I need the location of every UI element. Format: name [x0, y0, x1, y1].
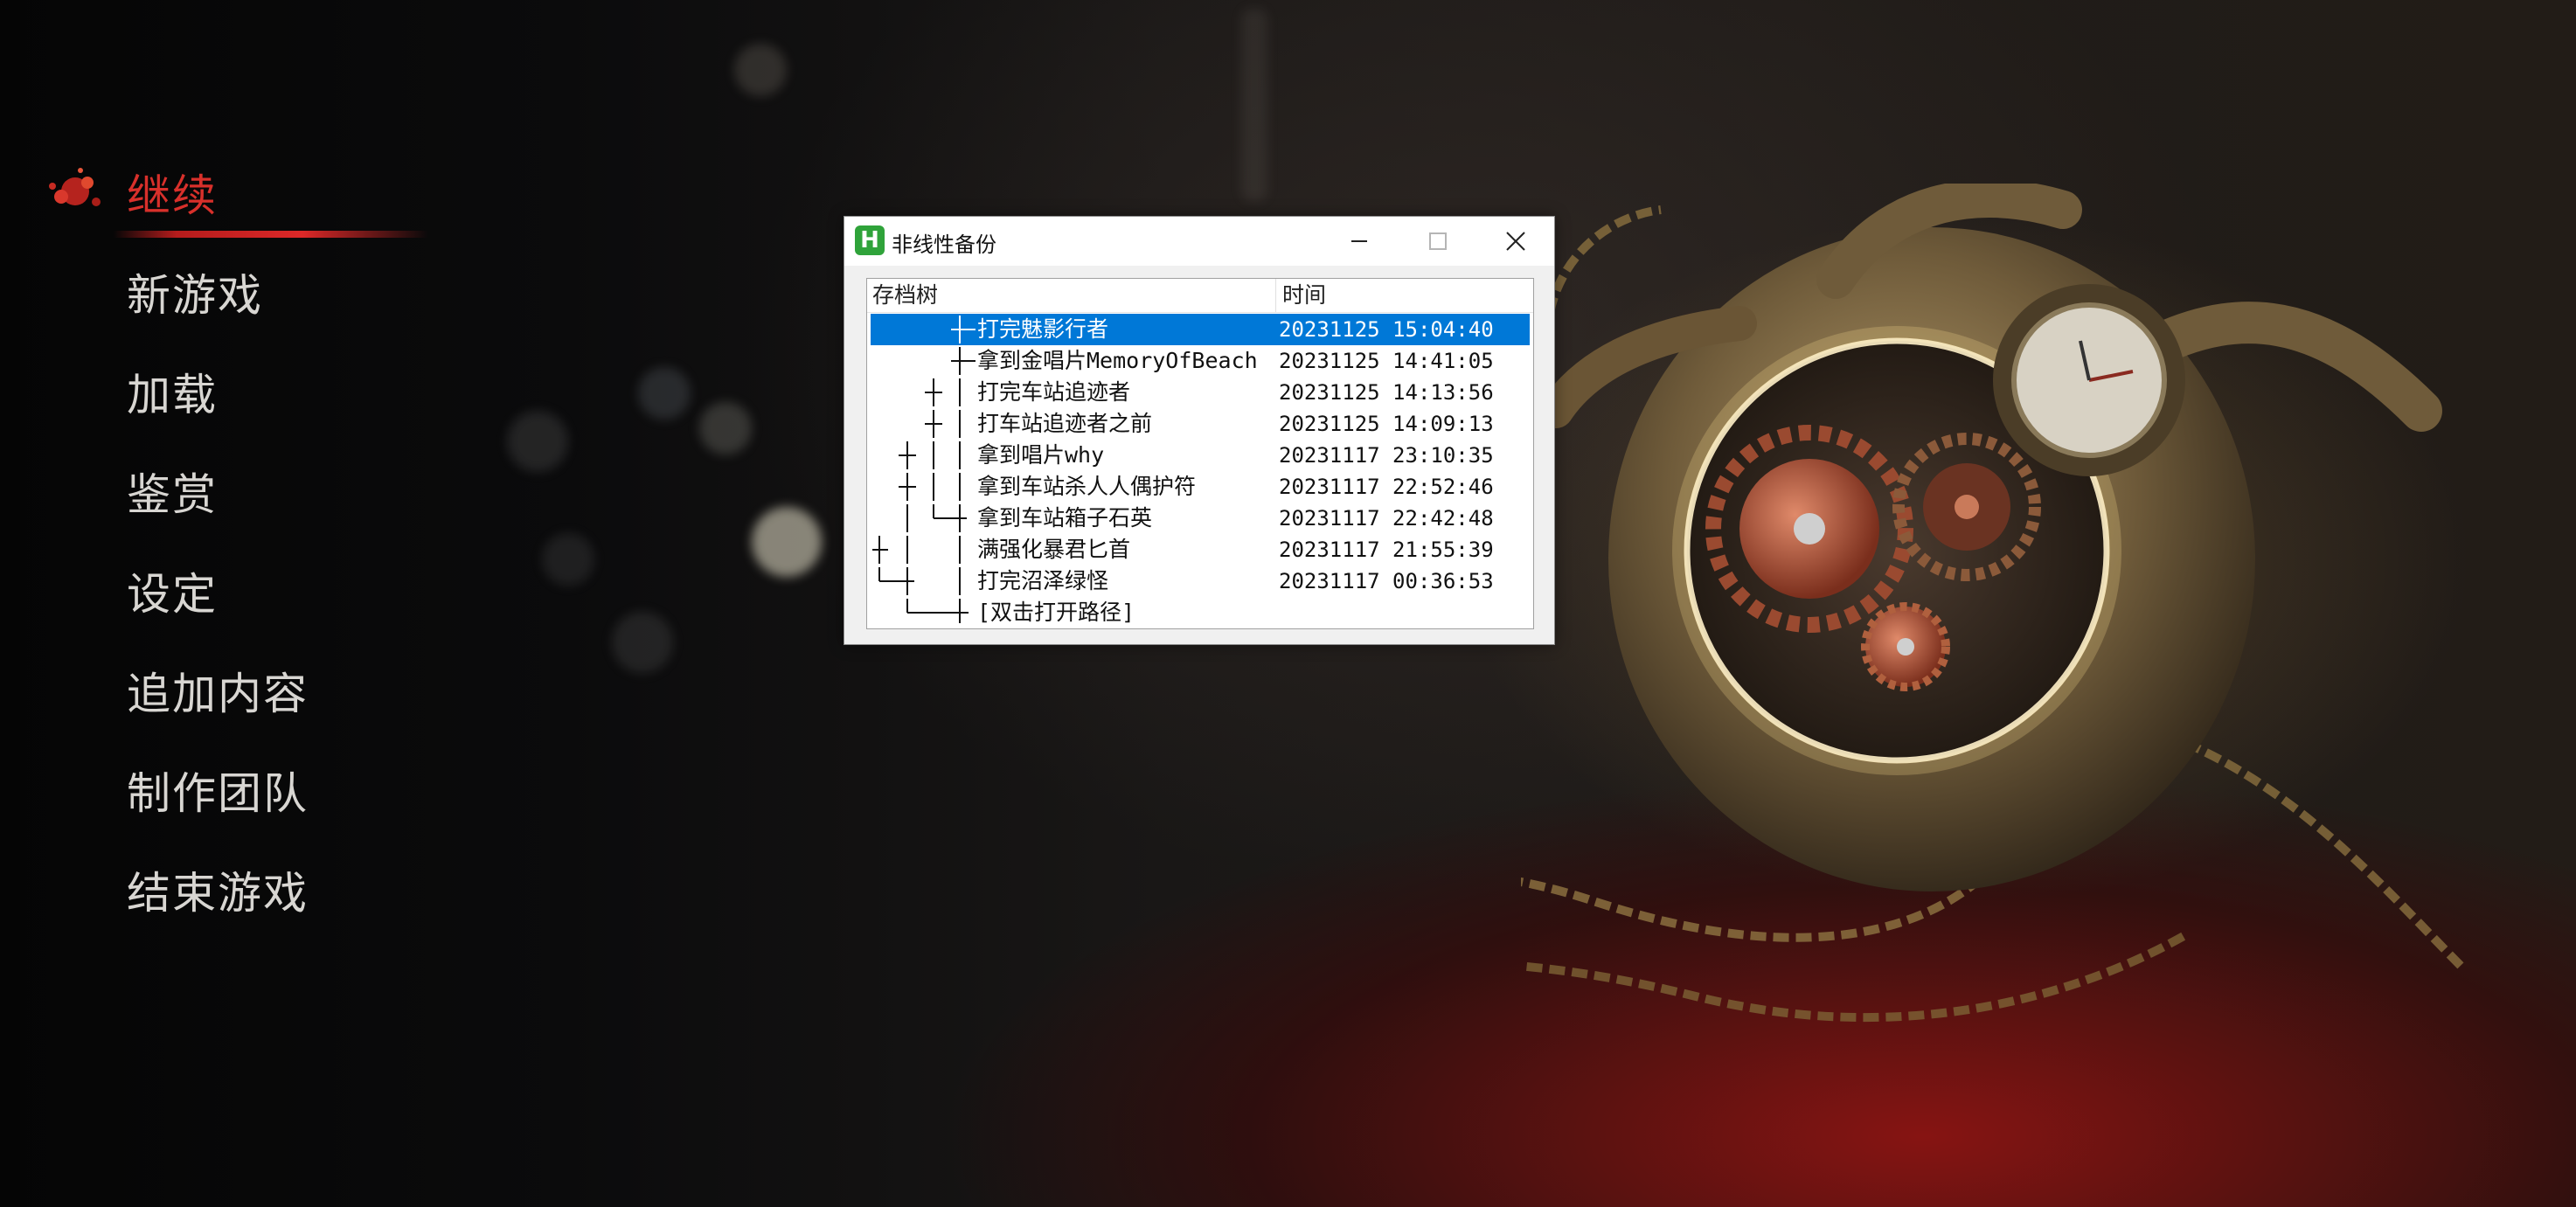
tree-branch-lines: [906, 504, 967, 532]
tree-row[interactable]: 拿到唱片why 20231117 23:10:35: [871, 440, 1530, 471]
tree-row[interactable]: 拿到车站箱子石英 20231117 22:42:48: [871, 503, 1530, 534]
save-time: 20231117 21:55:39: [1279, 538, 1494, 562]
tree-row[interactable]: 拿到金唱片MemoryOfBeach 20231125 14:41:05: [871, 345, 1530, 377]
tree-branch-lines: [925, 378, 961, 406]
save-tree-view[interactable]: 存档树 时间 打完魅影行者 20231125 15:04:40 拿到金唱片Mem…: [866, 278, 1534, 629]
save-time: 20231117 23:10:35: [1279, 443, 1494, 468]
save-time: 20231117 22:42:48: [1279, 506, 1494, 531]
title-bar[interactable]: H 非线性备份: [844, 217, 1554, 266]
menu-item-gallery[interactable]: 鉴赏: [127, 460, 218, 523]
save-name: 拿到唱片why: [977, 442, 1105, 468]
tree-branch-lines: [925, 410, 961, 438]
tree-row[interactable]: 打完车站追迹者 20231125 14:13:56: [871, 377, 1530, 408]
tree-branch-lines: [878, 567, 961, 595]
save-name: 打完魅影行者: [977, 316, 1109, 342]
save-time: 20231117 00:36:53: [1279, 569, 1494, 593]
menu-item-settings[interactable]: 设定: [127, 559, 218, 622]
bokeh-light: [734, 44, 787, 96]
bokeh-light: [752, 507, 822, 577]
save-name: 拿到车站杀人人偶护符: [977, 474, 1197, 499]
bokeh-light: [1241, 9, 1267, 201]
tree-branch-lines: [872, 536, 961, 564]
save-name: 打完车站追迹者: [977, 379, 1131, 405]
maximize-button[interactable]: [1397, 217, 1475, 266]
flame-indicator-icon: [49, 168, 101, 206]
menu-item-dlc[interactable]: 追加内容: [127, 659, 309, 722]
tree-branch-lines: [906, 599, 969, 623]
menu-item-load[interactable]: 加载: [127, 360, 218, 423]
bokeh-light: [612, 612, 673, 673]
tree-row[interactable]: 拿到车站杀人人偶护符 20231117 22:52:46: [871, 471, 1530, 503]
backup-dialog-window: H 非线性备份 存档树 时间 打完魅影行者 20231125 15:04:40 …: [844, 216, 1555, 645]
menu-item-credits[interactable]: 制作团队: [127, 759, 309, 822]
minimize-icon: [1351, 240, 1367, 242]
tree-branch-lines: [899, 473, 961, 501]
column-header-time[interactable]: 时间: [1282, 279, 1326, 312]
menu-item-quit[interactable]: 结束游戏: [127, 858, 309, 921]
pocket-watch-illustration: [1521, 184, 2468, 1023]
save-time: 20231117 22:52:46: [1279, 475, 1494, 499]
main-menu: 继续 新游戏 加载 鉴赏 设定 追加内容 制作团队 结束游戏: [0, 0, 524, 1207]
active-item-underline: [114, 231, 428, 238]
tree-branch-lines: [951, 347, 976, 375]
column-divider[interactable]: [1275, 279, 1276, 312]
tree-row[interactable]: 打车站追迹者之前 20231125 14:09:13: [871, 408, 1530, 440]
tree-row[interactable]: 打完魅影行者 20231125 15:04:40: [871, 314, 1530, 345]
save-time: 20231125 14:09:13: [1279, 412, 1494, 436]
tree-row[interactable]: 打完沼泽绿怪 20231117 00:36:53: [871, 565, 1530, 597]
save-name: 拿到车站箱子石英: [977, 505, 1153, 531]
close-icon: [1506, 232, 1525, 251]
tree-branch-lines: [899, 441, 961, 469]
app-logo-icon: H: [855, 225, 885, 255]
save-time: 20231125 14:41:05: [1279, 349, 1494, 373]
tree-branch-lines: [951, 316, 976, 343]
bokeh-light: [638, 367, 691, 420]
save-name: 满强化暴君匕首: [977, 537, 1131, 562]
close-button[interactable]: [1475, 217, 1554, 266]
save-time: 20231125 14:13:56: [1279, 380, 1494, 405]
tree-row[interactable]: 满强化暴君匕首 20231117 21:55:39: [871, 534, 1530, 565]
minimize-button[interactable]: [1318, 217, 1397, 266]
column-header-tree[interactable]: 存档树: [872, 279, 938, 312]
bokeh-light: [699, 402, 752, 454]
game-title-screen: 继续 新游戏 加载 鉴赏 设定 追加内容 制作团队 结束游戏 H 非线性备份 存…: [0, 0, 2576, 1207]
save-time: 20231125 15:04:40: [1279, 317, 1494, 342]
open-path-label: [双击打开路径]: [977, 600, 1135, 625]
menu-item-new-game[interactable]: 新游戏: [127, 260, 263, 323]
menu-item-continue[interactable]: 继续: [127, 161, 218, 224]
bokeh-light: [542, 533, 594, 586]
save-name: 打车站追迹者之前: [977, 411, 1153, 436]
save-name: 打完沼泽绿怪: [977, 568, 1109, 593]
tree-header: 存档树 时间: [867, 279, 1533, 313]
window-title: 非线性备份: [892, 232, 996, 257]
tree-row-open-path[interactable]: [双击打开路径]: [871, 597, 1530, 628]
save-name: 拿到金唱片MemoryOfBeach: [977, 348, 1258, 373]
maximize-icon: [1429, 232, 1447, 250]
